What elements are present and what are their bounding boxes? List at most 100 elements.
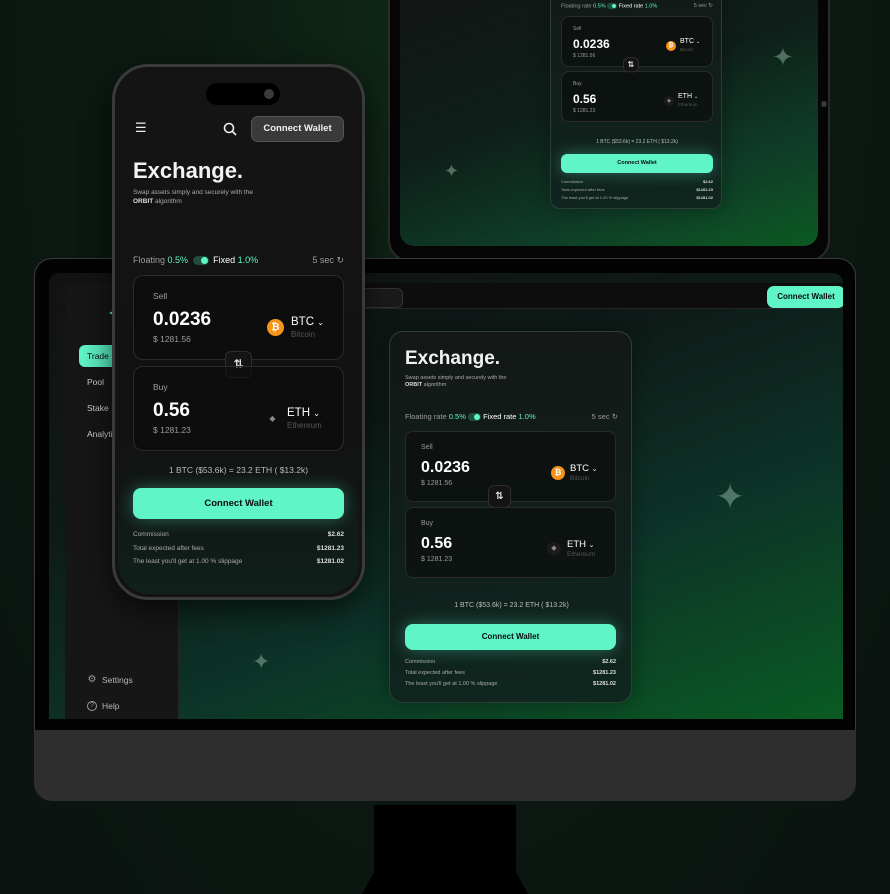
connect-wallet-button[interactable]: Connect Wallet (133, 488, 344, 519)
sell-amount[interactable]: 0.0236 (573, 37, 610, 51)
bitcoin-icon: ₿ (666, 41, 676, 51)
fee-row: Total expected after fees $1281.23 (561, 186, 713, 194)
ethereum-icon: ◆ (664, 96, 674, 106)
fixed-value: 1.0% (518, 412, 536, 421)
fee-summary: Commission $2.62 Total expected after fee… (561, 178, 713, 202)
fee-value: $1281.23 (593, 670, 616, 676)
fee-value: $2.62 (327, 531, 344, 538)
token-select-sell[interactable]: BTC ⌄ (570, 463, 598, 474)
token-select-buy[interactable]: ETH ⌄ (287, 407, 320, 419)
sell-label: Sell (153, 291, 168, 301)
sparkle-icon: ✦ (252, 649, 271, 674)
help-icon: ? (87, 701, 97, 711)
buy-label: Buy (573, 81, 582, 87)
chevron-down-icon: ⌄ (317, 318, 324, 327)
token-select-sell[interactable]: BTC ⌄ (680, 38, 700, 45)
tablet-screen: ✦ ✦ Swap assets simply and securely with… (400, 0, 818, 246)
sparkle-icon: ✦ (444, 161, 460, 181)
page-title: Exchange. (405, 348, 501, 369)
fee-label: Total expected after fees (561, 187, 605, 192)
sell-amount[interactable]: 0.0236 (421, 459, 470, 477)
token-symbol: BTC (291, 316, 314, 328)
fee-row: Commission $2.62 (133, 528, 344, 542)
fee-label: Total expected after fees (133, 544, 204, 552)
header-connect-wallet-button[interactable]: Connect Wallet (251, 116, 344, 142)
search-icon[interactable] (223, 122, 237, 136)
subtitle-text: algorithm (423, 382, 447, 388)
sell-usd: $ 1281.56 (421, 480, 453, 487)
fee-label: Commission (133, 531, 169, 538)
fee-label: Total expected after fees (405, 670, 465, 676)
floating-label: Floating rate (561, 3, 592, 10)
floating-label: Floating rate (405, 412, 447, 421)
token-select-buy[interactable]: ETH ⌄ (678, 93, 698, 100)
fee-row: The least you'll get at 1.00 % slippage $… (405, 679, 616, 690)
token-symbol: BTC (570, 463, 589, 474)
ethereum-icon: ◆ (547, 542, 561, 556)
token-name: Bitcoin (680, 47, 694, 52)
phone-device: ☰ Connect Wallet Exchange. Swap assets s… (112, 64, 365, 600)
sell-label: Sell (573, 26, 582, 32)
buy-amount[interactable]: 0.56 (573, 92, 596, 106)
subtitle-text: Swap assets simply and securely with the (405, 375, 507, 381)
swap-button[interactable]: ⇅ (488, 485, 511, 508)
sidebar-item-help[interactable]: ? Help (87, 701, 119, 711)
sparkle-icon: ✦ (772, 42, 794, 72)
bitcoin-icon: ₿ (551, 466, 565, 480)
menu-icon[interactable]: ☰ (135, 120, 147, 136)
buy-panel: Buy 0.56 $ 1281.23 ◆ ETH ⌄ Ethereum (133, 366, 344, 451)
fixed-label: Fixed rate (483, 412, 517, 421)
fee-value: $1281.02 (316, 558, 344, 565)
fee-row: The least you'll get at 1.00 % slippage $… (561, 194, 713, 202)
brand-name: ORBIT (133, 197, 154, 205)
fixed-value: 1.0% (237, 255, 259, 265)
rate-toggle[interactable] (192, 256, 209, 266)
refresh-icon[interactable]: ↻ (708, 3, 713, 9)
buy-label: Buy (153, 382, 168, 392)
floating-value: 0.5% (448, 412, 466, 421)
phone-camera (264, 89, 274, 99)
refresh-icon[interactable]: ↻ (612, 412, 618, 421)
fee-label: The least you'll get at 1.00 % slippage (405, 681, 498, 687)
fee-row: Commission $2.62 (405, 657, 616, 668)
refresh-icon[interactable]: ↻ (336, 255, 344, 265)
buy-usd: $ 1281.23 (573, 108, 596, 114)
tablet-device: ✦ ✦ Swap assets simply and securely with… (388, 0, 830, 262)
brand-name: ORBIT (405, 382, 423, 388)
refresh-interval: 5 sec (693, 3, 707, 9)
sell-label: Sell (421, 444, 433, 451)
rate-toggle[interactable] (468, 413, 481, 422)
token-name: Bitcoin (291, 330, 316, 339)
connect-wallet-button[interactable]: Connect Wallet (561, 154, 713, 173)
chevron-down-icon: ⌄ (313, 409, 320, 418)
rate-toggle-row: Floating rate 0.5% Fixed rate 1.0% 5 sec… (561, 3, 713, 9)
refresh-interval: 5 sec (591, 412, 610, 421)
fixed-label: Fixed (213, 255, 236, 265)
token-select-buy[interactable]: ETH ⌄ (567, 539, 595, 550)
token-select-sell[interactable]: BTC ⌄ (291, 316, 324, 328)
token-symbol: ETH (567, 539, 586, 550)
rate-toggle-row: Floating 0.5% Fixed 1.0% 5 sec ↻ (133, 255, 344, 266)
sell-usd: $ 1281.56 (153, 334, 191, 344)
sidebar-item-settings[interactable]: ⚙ Settings (87, 675, 133, 686)
chevron-down-icon: ⌄ (693, 94, 699, 100)
refresh-interval: 5 sec (312, 255, 334, 265)
buy-amount[interactable]: 0.56 (421, 535, 452, 553)
header-connect-wallet-button[interactable]: Connect Wallet (767, 286, 843, 308)
fee-label: The least you'll get at 1.00 % slippage (133, 558, 243, 565)
buy-amount[interactable]: 0.56 (153, 400, 190, 422)
fee-label: Commission (405, 659, 436, 665)
token-symbol: BTC (680, 38, 694, 45)
help-label: Help (102, 701, 120, 711)
fee-row: The least you'll get at 1.00 % slippage $… (133, 555, 344, 569)
desktop-exchange-card: Exchange. Swap assets simply and securel… (389, 331, 632, 703)
rate-toggle[interactable] (607, 3, 618, 9)
connect-wallet-button[interactable]: Connect Wallet (405, 624, 616, 650)
page-title: Exchange. (133, 158, 244, 183)
fee-label: Commission (561, 179, 584, 184)
fee-value: $1281.02 (696, 195, 713, 200)
fixed-label: Fixed rate (618, 3, 644, 10)
bitcoin-icon: ₿ (267, 319, 284, 336)
sell-amount[interactable]: 0.0236 (153, 309, 211, 331)
phone-screen: ☰ Connect Wallet Exchange. Swap assets s… (118, 70, 359, 594)
